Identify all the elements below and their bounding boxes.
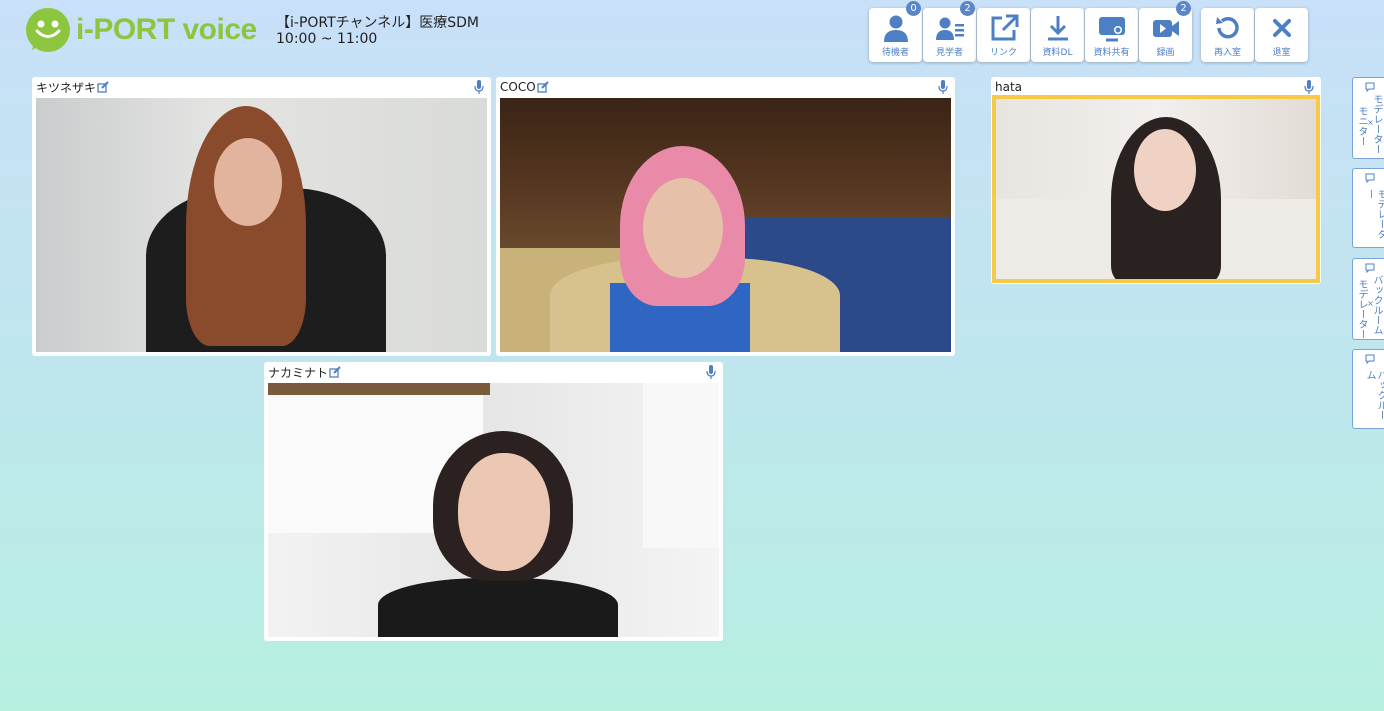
meeting-time: 10:00 ~ 11:00 <box>276 31 378 47</box>
video-tile[interactable]: ナカミナト <box>264 362 723 641</box>
meeting-info: 【i-PORTチャンネル】医療SDM 10:00 ~ 11:00 <box>276 15 479 47</box>
person-icon <box>883 15 908 42</box>
exit-label: 退室 <box>1272 48 1291 58</box>
participant-name: ナカミナト <box>268 365 329 380</box>
logo-icon <box>26 8 70 52</box>
tab-label: モデレーター <box>1364 189 1384 239</box>
video-feed-active-speaker <box>992 95 1320 283</box>
share-button[interactable]: 資料共有 <box>1085 8 1138 62</box>
chat-icon <box>1365 173 1375 183</box>
video-tile[interactable]: キツネザキ <box>32 77 491 356</box>
participant-name: COCO <box>500 80 536 94</box>
microphone-icon[interactable] <box>706 365 716 379</box>
video-feed <box>500 98 951 352</box>
reenter-button[interactable]: 再入室 <box>1201 8 1254 62</box>
sidebar-tab-backroom-moderator[interactable]: バックルーム × モデレーター <box>1352 258 1384 340</box>
microphone-icon[interactable] <box>474 80 484 94</box>
record-label: 録画 <box>1156 48 1175 58</box>
waiting-button[interactable]: 待機者 0 <box>869 1 922 62</box>
participant-name: hata <box>995 80 1023 94</box>
observers-label: 見学者 <box>935 48 963 58</box>
video-record-icon <box>1152 20 1179 37</box>
sidebar-tab-moderator-monitor[interactable]: モデレーター × モニター <box>1352 77 1384 159</box>
record-badge: 2 <box>1176 1 1191 16</box>
tile-header: COCO <box>496 77 955 97</box>
microphone-icon[interactable] <box>938 80 948 94</box>
close-icon <box>1272 19 1291 37</box>
tab-label: バックルーム <box>1364 370 1384 420</box>
edit-icon[interactable] <box>329 366 341 378</box>
link-button[interactable]: リンク <box>977 8 1030 62</box>
refresh-icon <box>1215 16 1239 39</box>
sidebar-tab-moderator[interactable]: モデレーター <box>1352 168 1384 248</box>
video-tile[interactable]: hata <box>991 77 1321 284</box>
video-feed <box>36 98 487 352</box>
link-label: リンク <box>989 48 1017 58</box>
video-feed <box>268 383 719 637</box>
waiting-badge: 0 <box>906 1 921 16</box>
tile-header: キツネザキ <box>32 77 491 97</box>
tab-line-2: モデレーター <box>1356 279 1367 339</box>
tile-header: hata <box>991 77 1321 97</box>
observers-button[interactable]: 見学者 2 <box>923 1 976 62</box>
external-link-icon <box>991 14 1018 41</box>
video-tile[interactable]: COCO <box>496 77 955 356</box>
edit-icon[interactable] <box>537 81 549 93</box>
tile-header: ナカミナト <box>264 362 723 382</box>
observers-icon <box>935 17 964 40</box>
chat-icon <box>1365 263 1375 273</box>
observers-badge: 2 <box>960 1 975 16</box>
sidebar-tab-backroom[interactable]: バックルーム <box>1352 349 1384 429</box>
chat-icon <box>1365 354 1375 364</box>
record-button[interactable]: 録画 2 <box>1139 1 1192 62</box>
toolbar: 待機者 0 見学者 2 リンク 資料DL 資料共有 録画 2 再入室 退室 <box>869 1 1309 62</box>
share-label: 資料共有 <box>1093 48 1130 58</box>
participant-name: キツネザキ <box>36 80 97 95</box>
microphone-icon[interactable] <box>1304 80 1314 94</box>
screen-share-icon <box>1098 17 1125 42</box>
logo-text: i-PORT voice <box>76 13 257 46</box>
reenter-label: 再入室 <box>1213 48 1241 58</box>
download-button[interactable]: 資料DL <box>1031 8 1084 62</box>
chat-icon <box>1365 82 1375 92</box>
exit-button[interactable]: 退室 <box>1255 8 1308 62</box>
app-logo: i-PORT voice <box>26 8 257 52</box>
tab-line-2: モニター <box>1356 106 1367 146</box>
meeting-title: 【i-PORTチャンネル】医療SDM <box>276 15 479 31</box>
download-label: 資料DL <box>1042 48 1073 58</box>
download-icon <box>1047 16 1068 41</box>
waiting-label: 待機者 <box>881 48 909 58</box>
edit-icon[interactable] <box>97 81 109 93</box>
